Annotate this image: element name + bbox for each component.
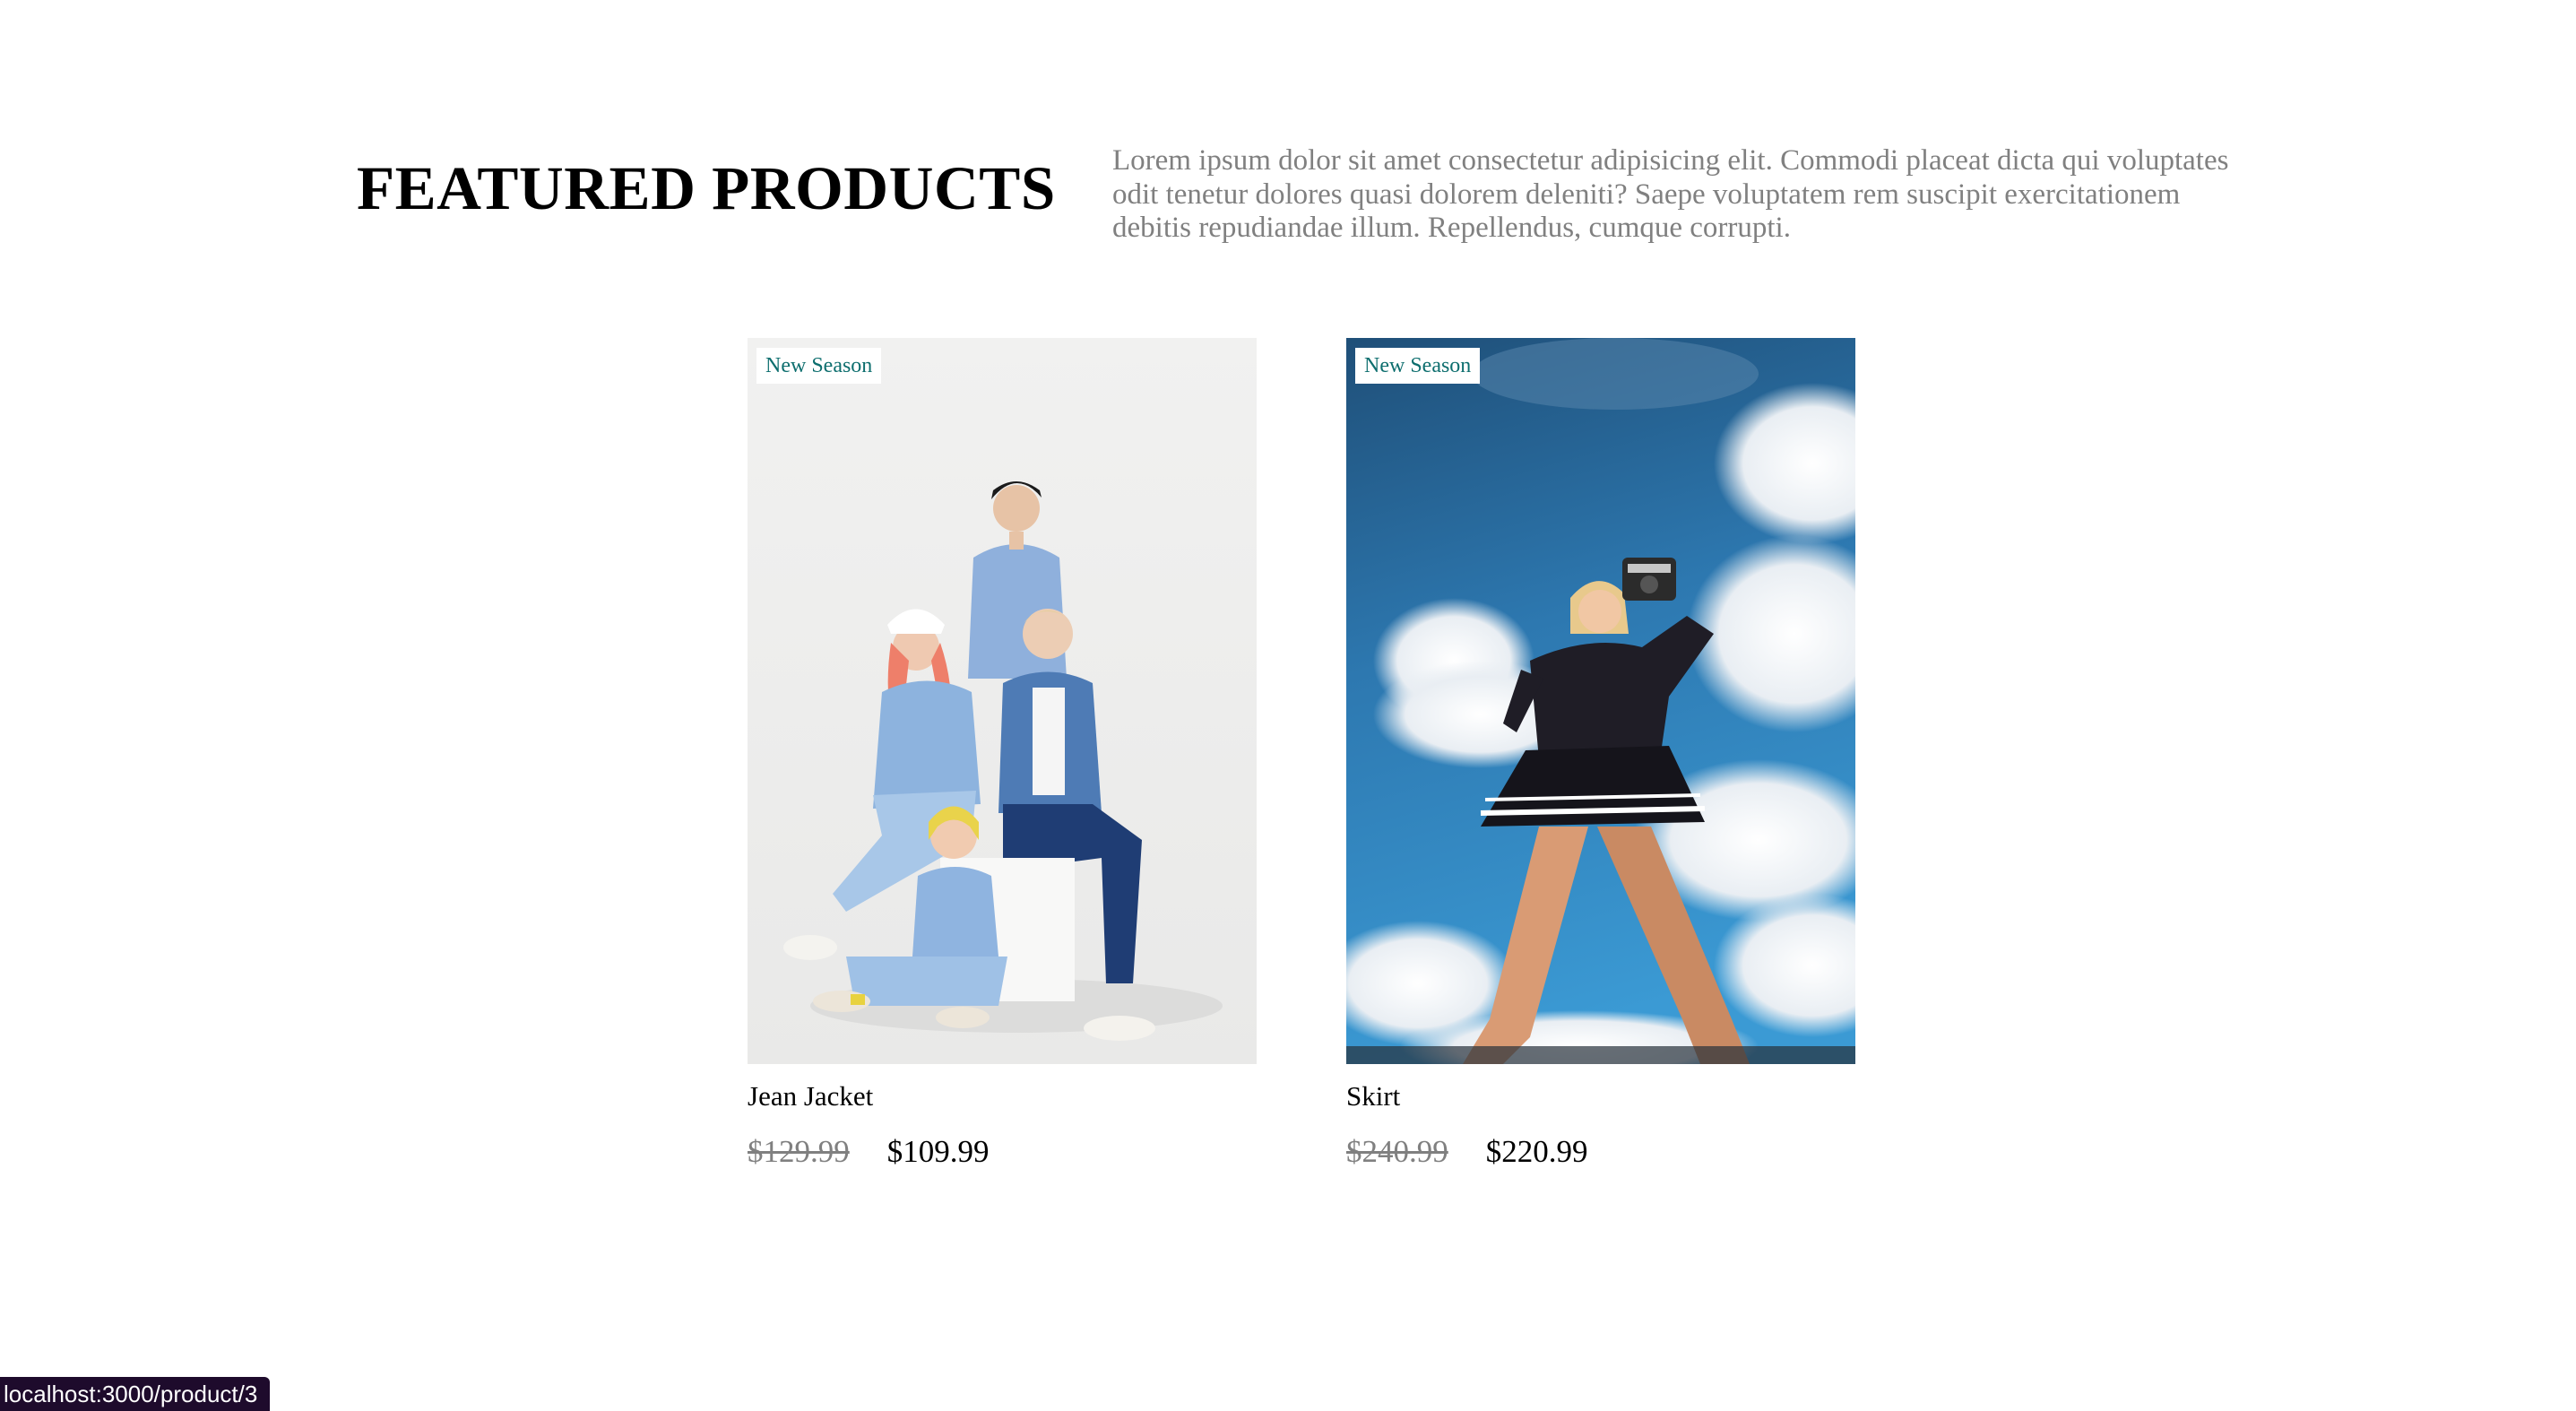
- group-denim-photo: [748, 338, 1257, 1064]
- product-image-skirt[interactable]: New Season: [1346, 338, 1855, 1064]
- featured-header: FEATURED PRODUCTS Lorem ipsum dolor sit …: [0, 0, 2576, 287]
- current-price: $109.99: [886, 1134, 990, 1169]
- page-title: FEATURED PRODUCTS: [357, 154, 1056, 222]
- price-row: $240.99 $220.99: [1346, 1130, 1588, 1173]
- new-season-badge: New Season: [1355, 348, 1481, 384]
- price-row: $129.99 $109.99: [748, 1130, 990, 1173]
- product-card-skirt[interactable]: New Season Skirt $240.99 $220.99: [1346, 338, 1855, 1199]
- old-price: $240.99: [1346, 1134, 1448, 1169]
- product-name[interactable]: Skirt: [1346, 1078, 1400, 1114]
- old-price: $129.99: [748, 1134, 850, 1169]
- new-season-badge: New Season: [756, 348, 882, 384]
- link-status-bar: localhost:3000/product/3: [0, 1377, 271, 1411]
- section-description: Lorem ipsum dolor sit amet consectetur a…: [1112, 144, 2229, 244]
- product-name[interactable]: Jean Jacket: [748, 1078, 873, 1114]
- current-price: $220.99: [1485, 1134, 1588, 1169]
- woman-camera-sky-photo: [1346, 338, 1855, 1064]
- product-image-jean-jacket[interactable]: New Season: [748, 338, 1257, 1064]
- product-card-jean-jacket[interactable]: New Season Jean Jacket $129.99 $109.99: [748, 338, 1257, 1199]
- product-grid: New Season Jean Jacket $129.99 $109.99 N…: [748, 338, 1859, 1199]
